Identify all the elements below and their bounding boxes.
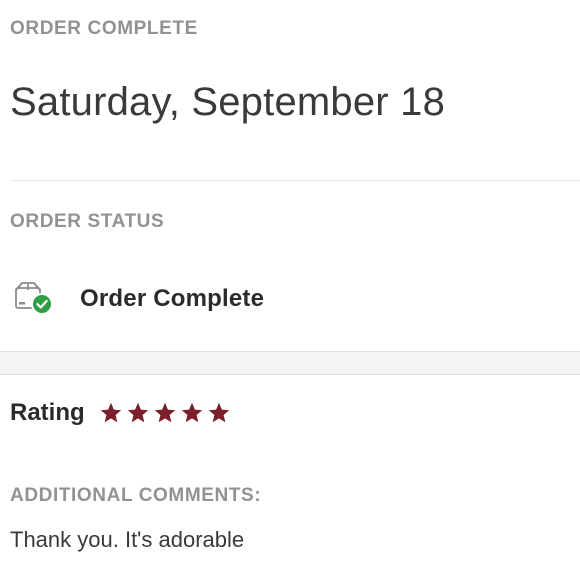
comment-text: Thank you. It's adorable — [10, 527, 245, 552]
rating-stars — [99, 401, 234, 425]
section-divider — [0, 351, 580, 375]
rating-label: Rating — [10, 399, 85, 426]
star-icon — [208, 402, 229, 423]
package-check-icon — [14, 280, 60, 318]
order-status-row: Order Complete — [10, 278, 264, 320]
rating-row: Rating — [10, 397, 234, 429]
order-status-eyebrow: ORDER STATUS — [10, 211, 165, 232]
order-status-label: Order Complete — [80, 285, 265, 312]
additional-comments-eyebrow: ADDITIONAL COMMENTS: — [10, 485, 262, 506]
divider — [10, 180, 580, 181]
page-title: Saturday, September 18 — [10, 80, 446, 124]
order-complete-eyebrow: ORDER COMPLETE — [10, 18, 198, 39]
star-icon — [154, 402, 175, 423]
star-icon — [100, 402, 121, 423]
star-icon — [127, 402, 148, 423]
star-icon — [181, 402, 202, 423]
